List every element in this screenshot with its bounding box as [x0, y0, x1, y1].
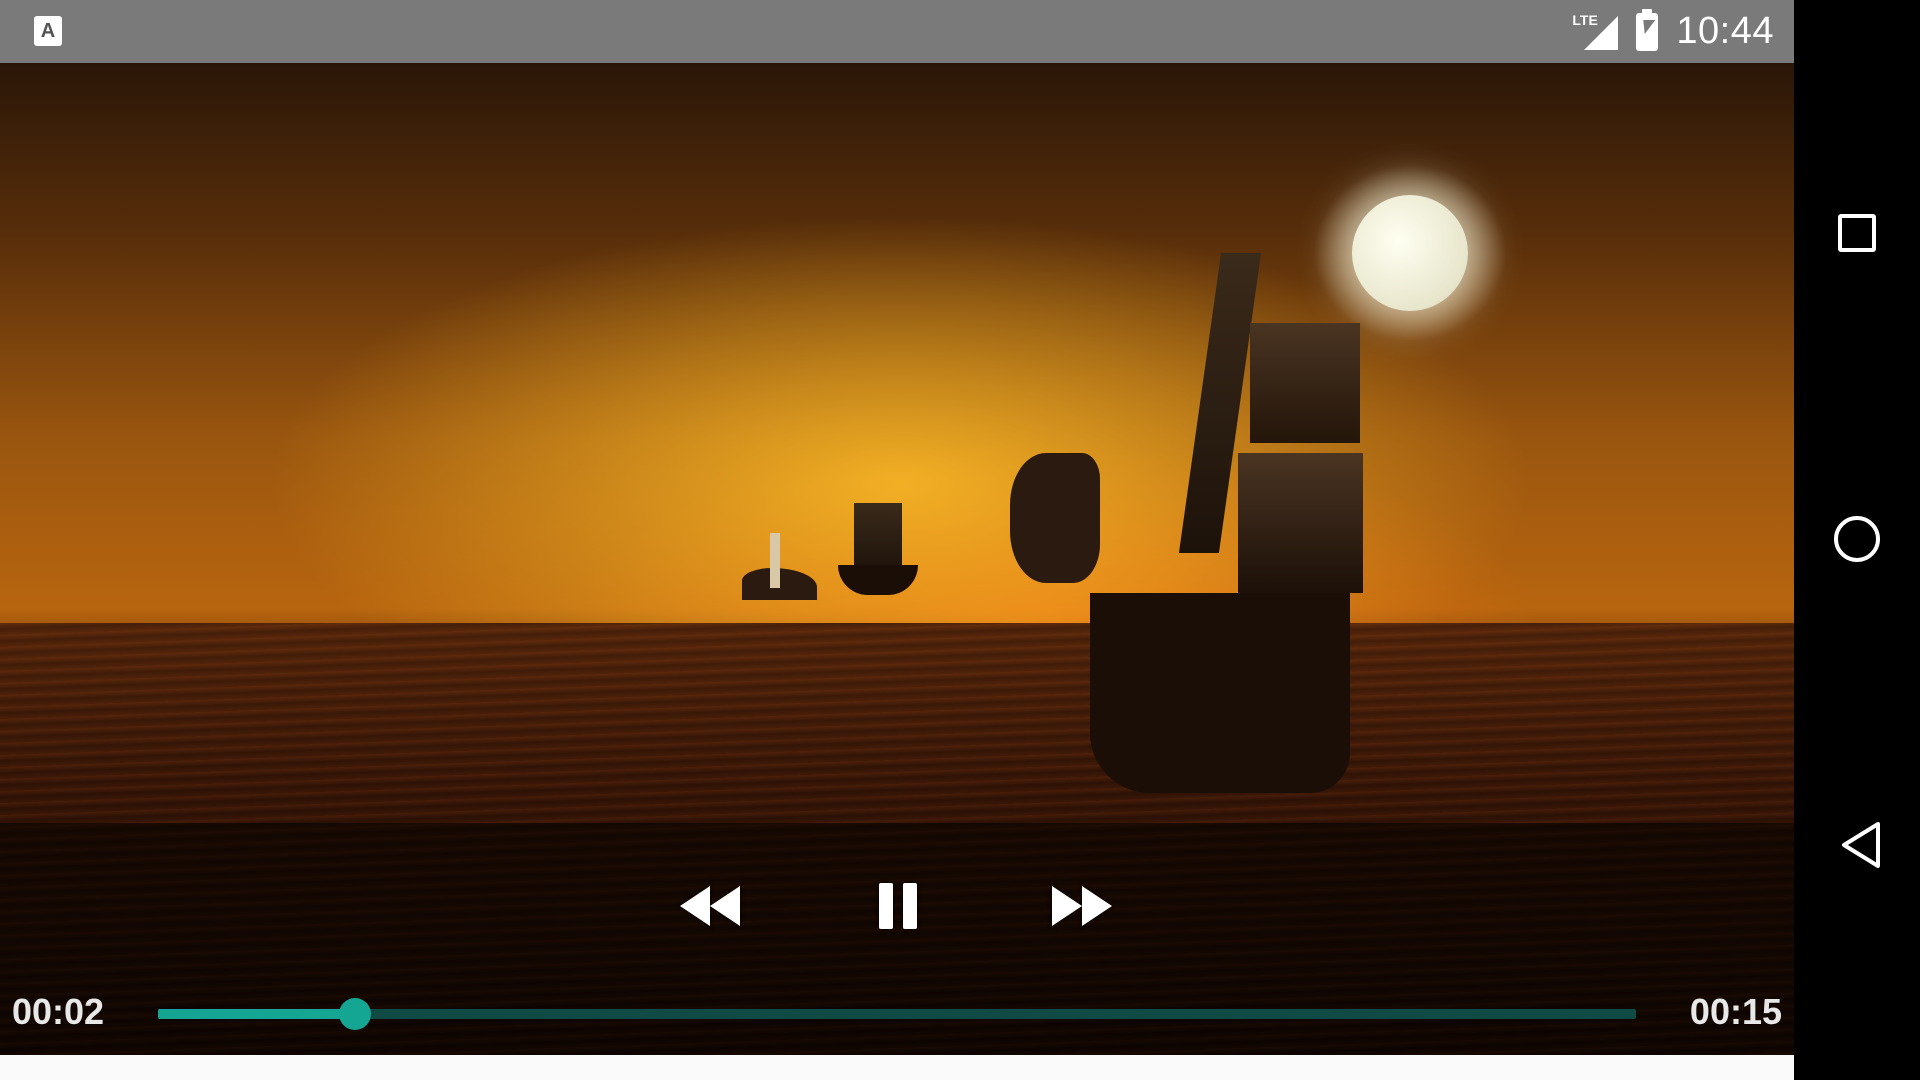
- home-icon[interactable]: [1834, 516, 1880, 562]
- back-icon[interactable]: [1838, 820, 1884, 870]
- pause-icon: [874, 883, 922, 929]
- status-bar: A LTE 10:44: [0, 0, 1794, 63]
- fast-forward-icon: [1052, 886, 1112, 926]
- status-icons: LTE 10:44: [1572, 0, 1774, 63]
- distant-ship: [838, 503, 918, 603]
- pause-button[interactable]: [870, 878, 926, 934]
- seek-progress: [158, 1009, 355, 1019]
- rewind-button[interactable]: [678, 878, 742, 934]
- lighthouse: [770, 533, 780, 588]
- seek-thumb[interactable]: [338, 998, 371, 1030]
- navigation-bar: [1794, 0, 1920, 1080]
- rewind-icon: [680, 886, 740, 926]
- app-notification-icon: A: [34, 16, 62, 46]
- lte-signal-icon: LTE: [1572, 12, 1619, 52]
- pirate-ship: [1010, 243, 1390, 803]
- player-controls: 00:02 00:15: [0, 823, 1794, 1055]
- fast-forward-button[interactable]: [1050, 878, 1114, 934]
- battery-charging-icon: [1636, 8, 1659, 51]
- status-clock: 10:44: [1676, 10, 1774, 52]
- recents-icon[interactable]: [1838, 214, 1876, 252]
- current-time: 00:02: [12, 991, 105, 1032]
- bottom-strip: [0, 1055, 1794, 1080]
- seek-bar[interactable]: [158, 998, 1636, 1030]
- duration-time: 00:15: [1689, 991, 1782, 1032]
